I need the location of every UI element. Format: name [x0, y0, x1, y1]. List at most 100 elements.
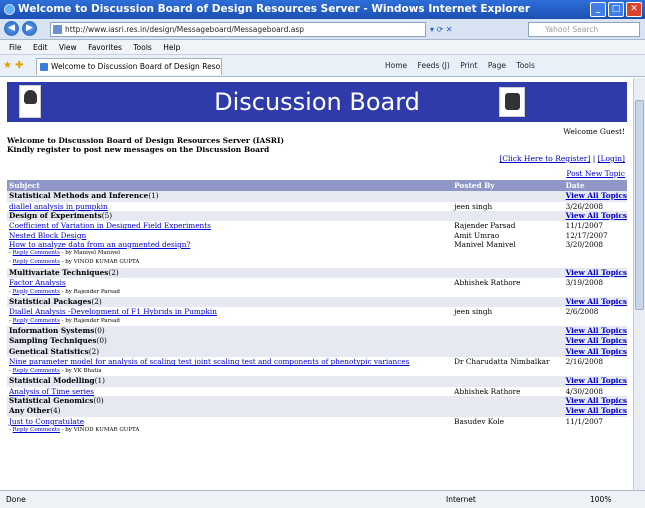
topic-count: (4) [50, 406, 61, 416]
search-input[interactable]: Yahoo! Search [528, 22, 640, 37]
close-button[interactable]: ✕ [626, 2, 642, 17]
view-all-topics-link[interactable]: View All Topics [566, 268, 627, 277]
page-menu-button[interactable]: Page [488, 61, 506, 70]
topic-count: (2) [108, 267, 119, 277]
reply-comments-link[interactable]: Reply Comments [13, 289, 60, 295]
zoom-level[interactable]: 100% [590, 491, 611, 508]
menu-view[interactable]: View [59, 43, 77, 52]
reply-comments-link[interactable]: Reply Comments [13, 250, 60, 256]
window-controls: _ □ ✕ [590, 2, 642, 17]
category-row: Any Other(4) View All Topics [7, 406, 627, 417]
forward-button[interactable]: ▶ [22, 21, 37, 36]
view-all-cell: View All Topics [563, 336, 627, 347]
address-bar: ◀ ▶ http://www.iasri.res.in/design/Messa… [0, 19, 645, 40]
empty-cell [452, 325, 564, 337]
login-link[interactable]: [Login] [598, 154, 625, 163]
empty-cell [564, 288, 627, 297]
topic-link[interactable]: How to analyze data from an augmented de… [9, 240, 190, 249]
menu-file[interactable]: File [9, 43, 22, 52]
view-all-topics-link[interactable]: View All Topics [566, 326, 627, 335]
post-date: 2/16/2008 [565, 357, 604, 367]
topic-link[interactable]: Coefficient of Variation in Designed Fie… [9, 221, 211, 230]
empty-cell [564, 426, 627, 435]
posted-by: Abhishek Rathore [454, 386, 521, 396]
feeds-button[interactable]: Feeds (J) [418, 61, 450, 70]
reply-row: - Reply Comments - by Rajender Parsad [7, 288, 627, 297]
topic-link[interactable]: Nested Block Design [9, 231, 86, 240]
reply-comments-link[interactable]: Reply Comments [13, 318, 60, 324]
view-all-topics-link[interactable]: View All Topics [566, 347, 627, 356]
favorites-star-icon[interactable]: ★ ✚ [3, 60, 24, 71]
reply-cell: - Reply Comments - by Manivel Manivel [9, 250, 121, 257]
vertical-scrollbar[interactable] [633, 78, 645, 490]
tools-menu-button[interactable]: Tools [516, 61, 534, 70]
category-cell: Statistical Packages(2) [7, 296, 453, 308]
menu-edit[interactable]: Edit [33, 43, 48, 52]
scrollbar-thumb[interactable] [635, 100, 644, 310]
intro-line-2: Kindly register to post new messages on … [7, 145, 270, 154]
reply-author: - by VINOD KUMAR GUPTA [61, 259, 140, 266]
command-bar: Home Feeds (J) Print Page Tools [385, 60, 643, 72]
menu-help[interactable]: Help [163, 43, 180, 52]
category-row: Multivariate Techniques(2) View All Topic… [7, 267, 627, 279]
topic-row: Just to Congratulate Basudev Kole 11/1/200… [7, 417, 627, 426]
category-cell: Genetical Statistics(2) [7, 346, 453, 358]
intro-line-1: Welcome to Discussion Board of Design Re… [7, 136, 285, 145]
refresh-stop-icons[interactable]: ▾ ⟳ ✕ [430, 22, 520, 37]
topic-link[interactable]: Factor Analysis [9, 278, 66, 287]
category-name: Statistical Genomics [9, 395, 94, 405]
view-all-topics-link[interactable]: View All Topics [566, 406, 627, 415]
post-new-topic-link[interactable]: Post New Topic [566, 169, 625, 178]
topic-link[interactable]: Just to Congratulate [9, 417, 84, 426]
minimize-button[interactable]: _ [590, 2, 606, 17]
topic-link[interactable]: Analysis of Time series [9, 387, 94, 396]
empty-cell [452, 258, 563, 267]
tab-discussion-board[interactable]: Welcome to Discussion Board of Design Re… [36, 58, 222, 75]
view-all-topics-link[interactable]: View All Topics [566, 191, 627, 200]
empty-cell [564, 258, 627, 267]
back-button[interactable]: ◀ [4, 21, 19, 36]
view-all-cell: View All Topics [563, 395, 627, 407]
topic-row: Nested Block Design Amit Umrao 12/17/2007 [7, 231, 627, 240]
menu-favorites[interactable]: Favorites [88, 43, 122, 52]
status-bar: Done Internet 100% [0, 490, 645, 508]
posted-by: Abhishek Rathore [454, 278, 521, 288]
reply-comments-link[interactable]: Reply Comments [13, 368, 60, 374]
topic-link[interactable]: diallel analysis in pumpkin [9, 202, 108, 211]
view-all-cell: View All Topics [563, 210, 627, 222]
register-link[interactable]: [Click Here to Register] [499, 154, 590, 163]
url-input[interactable]: http://www.iasri.res.in/design/Messagebo… [50, 22, 426, 37]
topic-link[interactable]: Diallel Analysis -Development of F1 Hybr… [9, 307, 217, 316]
subject-cell: Analysis of Time series [7, 387, 452, 396]
reply-cell: - Reply Comments - by Rajender Parsad [9, 288, 120, 295]
reply-cell: - Reply Comments - by VINOD KUMAR GUPTA [9, 427, 140, 434]
view-all-topics-link[interactable]: View All Topics [566, 211, 627, 220]
view-all-topics-link[interactable]: View All Topics [566, 396, 627, 405]
view-all-topics-link[interactable]: View All Topics [566, 297, 627, 306]
print-button[interactable]: Print [460, 61, 477, 70]
page-content: Discussion Board Welcome Guest! Welcome … [0, 78, 633, 490]
topic-link[interactable]: Nine parameter model for analysis of sca… [9, 357, 409, 366]
security-zone: Internet [446, 495, 476, 504]
reply-author: - by VK Bhatia [61, 367, 102, 374]
view-all-topics-link[interactable]: View All Topics [566, 336, 627, 345]
category-name: Multivariate Techniques [9, 267, 109, 277]
category-cell: Sampling Techniques(0) [7, 336, 453, 347]
empty-cell [452, 296, 564, 308]
header-posted-by: Posted By [452, 180, 564, 191]
reply-comments-link[interactable]: Reply Comments [13, 259, 60, 265]
home-button[interactable]: Home [385, 61, 407, 70]
empty-cell [564, 249, 627, 258]
subject-cell: Just to Congratulate [7, 417, 452, 426]
category-name: Design of Experiments [9, 210, 102, 220]
post-date: 11/1/2007 [565, 416, 604, 426]
subject-cell: Coefficient of Variation in Designed Fie… [7, 221, 452, 230]
topic-count: (0) [94, 325, 105, 335]
reply-comments-link[interactable]: Reply Comments [13, 427, 60, 433]
maximize-button[interactable]: □ [608, 2, 624, 17]
reply-author: - by VINOD KUMAR GUPTA [61, 427, 140, 434]
view-all-topics-link[interactable]: View All Topics [566, 376, 627, 385]
icar-logo-icon [499, 87, 525, 117]
category-row: Statistical Genomics(0) View All Topics [7, 395, 627, 407]
menu-tools[interactable]: Tools [133, 43, 151, 52]
